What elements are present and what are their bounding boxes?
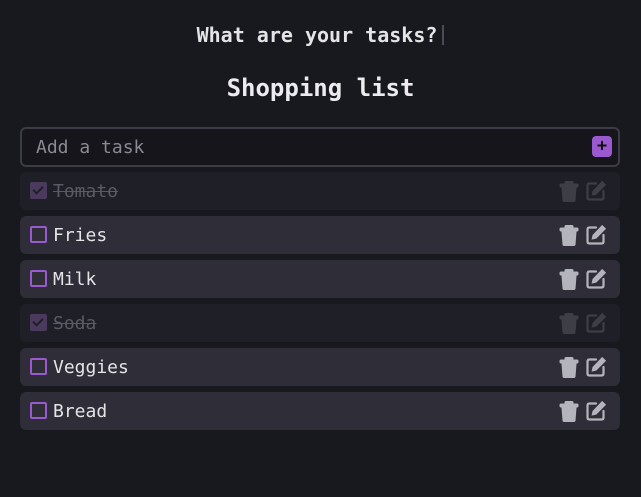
edit-icon[interactable]	[585, 312, 607, 334]
task-checkbox[interactable]	[30, 402, 47, 419]
task-row: Soda	[20, 304, 620, 342]
task-label: Milk	[53, 269, 97, 290]
edit-icon[interactable]	[585, 180, 607, 202]
task-checkbox[interactable]	[30, 270, 47, 287]
trash-icon[interactable]	[558, 180, 580, 202]
task-label: Tomato	[53, 181, 119, 202]
add-task-button[interactable]: +	[592, 136, 612, 157]
prompt-heading: What are your tasks?	[0, 22, 641, 48]
trash-icon[interactable]	[558, 400, 580, 422]
task-row: Fries	[20, 216, 620, 254]
trash-icon[interactable]	[558, 312, 580, 334]
task-checkbox[interactable]	[30, 358, 47, 375]
edit-icon[interactable]	[585, 224, 607, 246]
task-row: Bread	[20, 392, 620, 430]
trash-icon[interactable]	[558, 268, 580, 290]
text-caret	[442, 25, 445, 45]
task-row: Veggies	[20, 348, 620, 386]
checkmark-icon	[32, 183, 44, 195]
task-row: Milk	[20, 260, 620, 298]
trash-icon[interactable]	[558, 356, 580, 378]
todo-app: What are your tasks? Shopping list + Tom…	[0, 0, 641, 497]
trash-icon[interactable]	[558, 224, 580, 246]
edit-icon[interactable]	[585, 268, 607, 290]
task-checkbox[interactable]	[30, 182, 47, 199]
task-row: Tomato	[20, 172, 620, 210]
prompt-text: What are your tasks?	[196, 23, 438, 47]
checkmark-icon	[32, 315, 44, 327]
task-label: Veggies	[53, 357, 129, 378]
task-checkbox[interactable]	[30, 314, 47, 331]
task-label: Soda	[53, 313, 97, 334]
task-checkbox[interactable]	[30, 226, 47, 243]
add-task-box: +	[20, 127, 620, 167]
task-label: Bread	[53, 401, 108, 422]
list-title: Shopping list	[226, 74, 415, 102]
task-label: Fries	[53, 225, 108, 246]
edit-icon[interactable]	[585, 356, 607, 378]
edit-icon[interactable]	[585, 400, 607, 422]
add-task-input[interactable]	[36, 129, 576, 165]
